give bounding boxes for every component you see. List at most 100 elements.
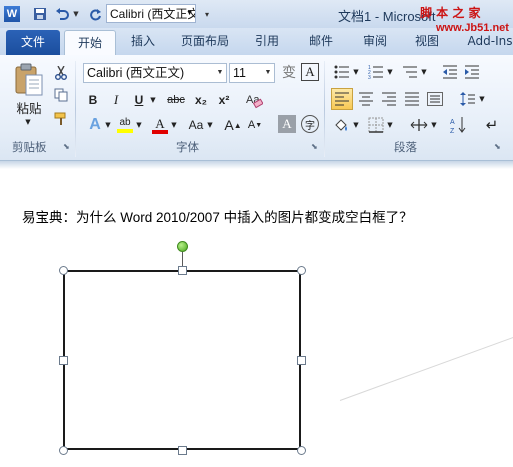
font-color-dropdown-icon[interactable]: ▼ (170, 120, 178, 130)
undo-icon[interactable] (54, 4, 70, 24)
shrink-font-button[interactable]: A ▼ (245, 115, 265, 135)
font-color-icon[interactable]: A (150, 115, 170, 135)
align-center-icon[interactable] (356, 90, 376, 108)
bullets-icon[interactable] (332, 63, 352, 81)
subscript-button[interactable]: x₂ (191, 91, 211, 109)
phonetic-guide-icon[interactable]: 变 (279, 62, 299, 82)
resize-handle-bottom-right[interactable] (297, 446, 306, 455)
numbering-icon[interactable]: 123 (366, 63, 386, 81)
group-divider (324, 61, 325, 157)
resize-handle-right[interactable] (297, 356, 306, 365)
grow-font-button[interactable]: A ▲ (223, 115, 243, 135)
numbering-dropdown-icon[interactable]: ▼ (386, 67, 394, 77)
repeat-icon[interactable] (87, 4, 103, 24)
bullets-dropdown-icon[interactable]: ▼ (352, 67, 360, 77)
distributed-icon[interactable] (425, 90, 445, 108)
chevron-down-icon: ▼ (186, 10, 193, 17)
sort-icon[interactable]: AZ (449, 115, 469, 135)
paste-button-label[interactable]: 粘贴 (14, 99, 44, 116)
character-border-icon[interactable]: A (301, 63, 319, 81)
chevron-down-icon: ▼ (216, 69, 224, 76)
borders-dropdown-icon[interactable]: ▼ (386, 120, 394, 130)
clipboard-launcher-icon[interactable]: ⬊ (63, 142, 72, 151)
underline-dropdown-icon[interactable]: ▼ (149, 95, 157, 105)
justify-icon[interactable] (402, 90, 422, 108)
increase-indent-icon[interactable] (462, 63, 482, 81)
ribbon: 粘贴 ▼ 剪贴板 ⬊ Calibri (西文正文) ▼ 11 ▼ 变 A B I… (0, 55, 513, 161)
text-effects-dropdown-icon[interactable]: ▼ (104, 120, 112, 130)
document-text[interactable]: 易宝典：为什么 Word 2010/2007 中插入的图片都变成空白框了？ (22, 206, 413, 226)
shading-icon[interactable] (332, 115, 352, 135)
enclose-characters-icon[interactable]: 字 (301, 115, 319, 133)
multilevel-list-icon[interactable] (400, 63, 420, 81)
resize-handle-bottom-left[interactable] (59, 446, 68, 455)
change-case-button[interactable]: Aa (184, 115, 208, 135)
font-launcher-icon[interactable]: ⬊ (311, 142, 320, 151)
change-case-dropdown-icon[interactable]: ▼ (206, 120, 214, 130)
superscript-button[interactable]: x² (214, 91, 234, 109)
tab-mailings[interactable]: 邮件 (300, 28, 342, 55)
word-app-icon[interactable]: W (3, 4, 21, 24)
align-right-icon[interactable] (379, 90, 399, 108)
tab-page-layout[interactable]: 页面布局 (172, 28, 238, 55)
align-left-icon[interactable] (331, 88, 353, 110)
resize-handle-bottom[interactable] (178, 446, 187, 455)
resize-handle-top-left[interactable] (59, 266, 68, 275)
shrink-font-label: A (247, 119, 256, 131)
paste-icon[interactable] (10, 61, 48, 99)
tab-insert[interactable]: 插入 (122, 28, 164, 55)
line-spacing-dropdown-icon[interactable]: ▼ (478, 94, 486, 104)
cut-icon[interactable] (53, 65, 69, 81)
chinese-layout-icon[interactable] (408, 115, 430, 135)
font-group-label: 字体 (176, 140, 199, 154)
font-name-combo[interactable]: Calibri (西文正文) ▼ (83, 63, 227, 83)
multilevel-dropdown-icon[interactable]: ▼ (420, 67, 428, 77)
paragraph-group-label: 段落 (394, 140, 417, 154)
line-spacing-icon[interactable] (458, 90, 478, 108)
resize-handle-left[interactable] (59, 356, 68, 365)
underline-button[interactable]: U (131, 91, 147, 109)
quick-font-combo[interactable]: Calibri (西文正文) ▼ (106, 4, 196, 23)
grow-font-label: A (224, 117, 234, 133)
paragraph-launcher-icon[interactable]: ⬊ (494, 142, 503, 151)
tab-home[interactable]: 开始 (64, 30, 116, 55)
site-watermark-url: www.Jb51.net (436, 22, 509, 34)
clear-formatting-icon[interactable]: Aa (244, 90, 264, 110)
font-size-value: 11 (233, 66, 246, 80)
svg-text:Z: Z (450, 128, 455, 134)
customize-toolbar-icon[interactable]: ▾ (202, 4, 212, 24)
text-effects-icon[interactable]: A (84, 115, 106, 135)
highlight-icon[interactable]: ab (115, 115, 135, 135)
italic-button[interactable]: I (108, 91, 124, 109)
chevron-down-icon: ▼ (264, 69, 272, 76)
ribbon-shadow (0, 161, 513, 169)
show-hide-marks-icon[interactable]: ↵ (482, 115, 502, 135)
tab-file[interactable]: 文件 (6, 30, 60, 55)
resize-handle-top[interactable] (178, 266, 187, 275)
font-name-value: Calibri (西文正文) (87, 66, 185, 80)
character-shading-icon[interactable]: A (278, 115, 296, 133)
strikethrough-button[interactable]: abc (164, 91, 188, 109)
decrease-indent-icon[interactable] (440, 63, 460, 81)
svg-text:A: A (450, 119, 455, 126)
bold-button[interactable]: B (85, 91, 101, 109)
tab-review[interactable]: 审阅 (354, 28, 396, 55)
borders-icon[interactable] (366, 115, 386, 135)
save-icon[interactable] (31, 4, 49, 24)
word-logo: W (4, 6, 20, 22)
shading-dropdown-icon[interactable]: ▼ (352, 120, 360, 130)
copy-icon[interactable] (53, 87, 69, 103)
rotate-handle[interactable] (177, 241, 188, 252)
resize-handle-top-right[interactable] (297, 266, 306, 275)
format-painter-icon[interactable] (53, 111, 69, 127)
picture-placeholder-frame[interactable] (63, 270, 301, 450)
svg-text:3: 3 (368, 75, 371, 79)
undo-dropdown-icon[interactable]: ▼ (72, 4, 80, 24)
group-divider (75, 61, 76, 157)
font-size-combo[interactable]: 11 ▼ (229, 63, 275, 83)
quick-font-value: Calibri (西文正文) (110, 7, 196, 21)
tab-references[interactable]: 引用 (246, 28, 288, 55)
paste-dropdown-icon[interactable]: ▼ (22, 117, 34, 127)
highlight-dropdown-icon[interactable]: ▼ (135, 120, 143, 130)
chinese-layout-dropdown-icon[interactable]: ▼ (430, 120, 438, 130)
